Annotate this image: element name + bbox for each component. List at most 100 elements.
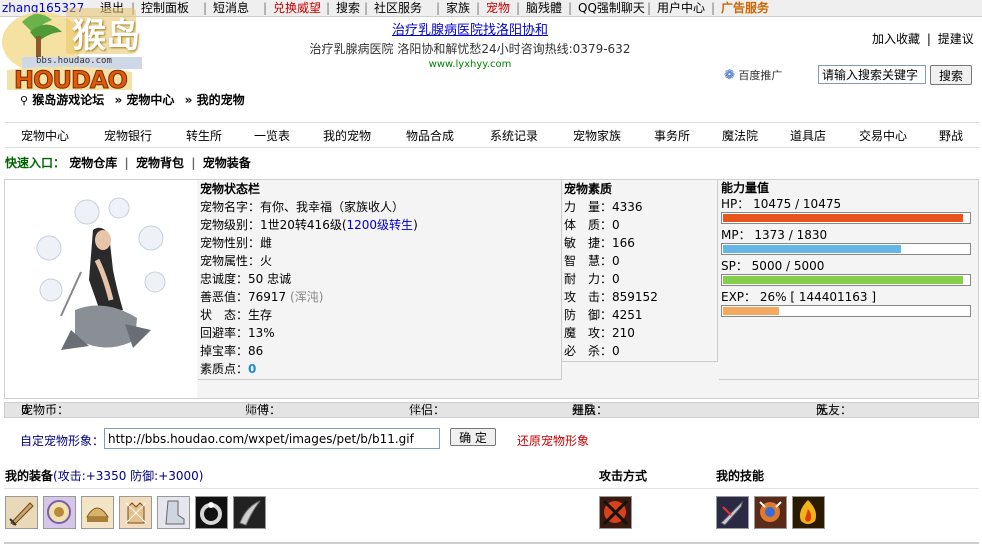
sp-label: SP： 5000 / 5000 (721, 259, 825, 273)
boots-icon (165, 500, 185, 525)
attr-row: 攻 击：859152 (562, 288, 717, 306)
nav-system-log[interactable]: 系统记录 (490, 127, 538, 144)
bottom-divider (4, 542, 979, 544)
ad-title-link[interactable]: 治疗乳腺病医院找洛阳协和 (300, 22, 640, 40)
custom-image-url-input[interactable] (104, 428, 440, 449)
top-link-qq-chat[interactable]: QQ强制聊天 (578, 0, 645, 16)
top-link-messages[interactable]: 短消息 (213, 0, 249, 16)
nav-pet-center[interactable]: 宠物中心 (21, 127, 69, 144)
rebirth-level-link[interactable]: 1200级转生 (347, 218, 414, 232)
pet-nav-bar: 宠物中心 宠物银行 转生所 一览表 我的宠物 物品合成 系统记录 宠物家族 事务… (5, 122, 979, 148)
nav-office[interactable]: 事务所 (654, 127, 690, 144)
nav-overview[interactable]: 一览表 (254, 127, 290, 144)
separator: | (647, 1, 652, 15)
equip-slot-boots[interactable] (157, 496, 190, 529)
pet-attributes-section: 宠物素质 力 量：4336 体 质：0 敏 捷：166 智 慧：0 耐 力：0 … (562, 180, 718, 362)
pet-level-value: 1世20转416级( (260, 218, 347, 232)
equipment-header: 我的装备(攻击:+3350 防御:+3000) (5, 467, 203, 484)
field-label: 敏 捷： (564, 236, 613, 250)
claw-icon (239, 500, 261, 526)
breadcrumb-arrow: » (114, 93, 123, 107)
quick-link-equipment[interactable]: 宠物装备 (203, 156, 251, 170)
nav-magic-academy[interactable]: 魔法院 (722, 127, 758, 144)
field-label: 状 态： (200, 308, 249, 322)
confirm-button[interactable]: 确 定 (450, 428, 496, 446)
field-label: 体 质： (564, 218, 613, 232)
add-favorite-link[interactable]: 加入收藏 (872, 32, 920, 46)
search-input[interactable] (818, 65, 926, 84)
top-link-font[interactable]: 脑残體 (526, 0, 562, 16)
custom-image-label: 自定宠物形象： (20, 434, 105, 448)
search-button[interactable]: 搜索 (930, 65, 972, 85)
restore-image-link[interactable]: 还原宠物形象 (517, 432, 589, 449)
suggest-link[interactable]: 提建议 (938, 32, 974, 46)
logo-site-text: bbs.houdao.com (36, 56, 112, 66)
ad-url[interactable]: www.lyxhyy.com (300, 58, 640, 72)
top-link-exchange[interactable]: 兑换威望 (273, 0, 321, 16)
status-row-evade: 回避率：13% (198, 324, 561, 342)
field-label: 宠物性别： (200, 236, 261, 250)
pet-points-value: 0 (248, 362, 257, 376)
field-label: 忠诚度： (200, 272, 249, 286)
coin-value: 0 (21, 403, 29, 417)
nav-my-pet[interactable]: 我的宠物 (323, 127, 371, 144)
top-link-pet[interactable]: 宠物 (486, 0, 510, 16)
ad-subtitle: 治疗乳腺病医院 洛阳协和解忧愁24小时咨询热线:0379-632 (309, 42, 631, 56)
breadcrumb-pet-center[interactable]: 宠物中心 (126, 93, 174, 107)
top-link-family[interactable]: 家族 (446, 0, 470, 16)
pet-gender-value: 雌 (260, 236, 273, 250)
separator: | (124, 156, 129, 170)
equip-slot-ring[interactable] (195, 496, 228, 529)
breadcrumb-arrow: » (184, 93, 193, 107)
attack-mode-title: 攻击方式 (599, 469, 648, 483)
top-link-user-center[interactable]: 用户中心 (657, 0, 705, 16)
site-logo[interactable]: 猴岛 bbs.houdao.com HOUDAO (2, 2, 142, 95)
attributes-title: 宠物素质 (564, 182, 613, 196)
top-nav-bar: zhang165327 退出 | 控制面板 | 短消息 | 兑换威望 | 搜索 … (0, 0, 982, 17)
quick-entry: 快速入口： 宠物仓库 | 宠物背包 | 宠物装备 (5, 154, 251, 171)
equip-slot-accessory[interactable] (233, 496, 266, 529)
top-link-search[interactable]: 搜索 (336, 0, 360, 16)
field-label: 回避率： (200, 326, 249, 340)
skill-slot-3[interactable] (792, 496, 825, 529)
header-links: 加入收藏 | 提建议 (872, 30, 974, 47)
nav-pet-family[interactable]: 宠物家族 (573, 127, 621, 144)
top-link-control-panel[interactable]: 控制面板 (141, 0, 189, 16)
top-link-community[interactable]: 社区服务 (374, 0, 422, 16)
ad-banner[interactable]: 治疗乳腺病医院找洛阳协和 治疗乳腺病医院 洛阳协和解忧愁24小时咨询热线:037… (300, 22, 640, 72)
skill-slot-1[interactable] (716, 496, 749, 529)
nav-item-synthesis[interactable]: 物品合成 (406, 127, 454, 144)
nav-trade-center[interactable]: 交易中心 (859, 127, 907, 144)
team-value[interactable]: 开启 (572, 403, 596, 417)
status-row-karma: 善恶值：76917 (浑沌) (198, 288, 561, 306)
nav-rebirth[interactable]: 转生所 (186, 127, 222, 144)
hp-bar (721, 212, 971, 224)
sp-bar (721, 274, 971, 286)
nav-field-battle[interactable]: 野战 (939, 127, 963, 144)
skill-slot-2[interactable] (754, 496, 787, 529)
quick-link-backpack[interactable]: 宠物背包 (136, 156, 184, 170)
separator: | (203, 1, 208, 15)
pet-character-image (36, 197, 166, 350)
attr-value: 0 (612, 272, 620, 286)
attack-mode-slot[interactable] (599, 496, 632, 529)
pet-karma-value: 76917 (248, 290, 287, 304)
equip-slot-weapon[interactable] (5, 496, 38, 529)
field-label: 防 御： (564, 308, 613, 322)
nav-pet-bank[interactable]: 宠物银行 (104, 127, 152, 144)
paren-close: ) (413, 218, 418, 232)
sword-icon (9, 502, 34, 526)
pet-element-value: 火 (260, 254, 273, 268)
equip-slot-gloves[interactable] (119, 496, 152, 529)
quick-link-warehouse[interactable]: 宠物仓库 (69, 156, 117, 170)
attr-row: 魔 攻：210 (562, 324, 717, 342)
equip-slot-helmet[interactable] (81, 496, 114, 529)
attr-value: 0 (612, 254, 620, 268)
top-link-ads[interactable]: 广告服务 (721, 0, 769, 16)
baidu-promo[interactable]: ❁ 百度推广 (724, 67, 782, 83)
nav-item-shop[interactable]: 道具店 (790, 127, 826, 144)
mp-label: MP： 1373 / 1830 (721, 228, 828, 242)
breadcrumb-home[interactable]: 猴岛游戏论坛 (32, 93, 104, 107)
equip-slot-armor[interactable] (43, 496, 76, 529)
attr-value: 0 (612, 218, 620, 232)
